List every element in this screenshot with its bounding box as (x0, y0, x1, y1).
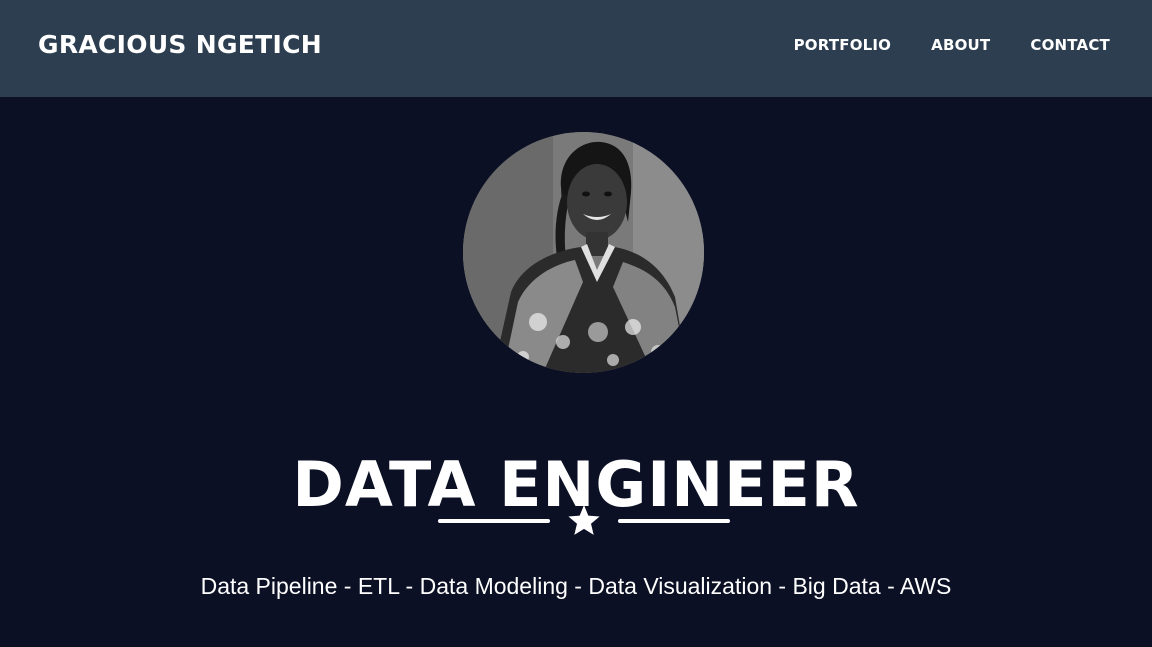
nav-link-contact[interactable]: CONTACT (1030, 36, 1110, 54)
profile-avatar (463, 132, 704, 373)
divider-line-right (618, 519, 730, 523)
profile-photo-illustration (463, 132, 704, 373)
brand-link[interactable]: GRACIOUS NGETICH (38, 30, 322, 59)
nav-link-portfolio[interactable]: PORTFOLIO (794, 36, 892, 54)
nav-link-about[interactable]: ABOUT (931, 36, 990, 54)
navbar: GRACIOUS NGETICH PORTFOLIO ABOUT CONTACT (0, 0, 1152, 97)
masthead: DATA ENGINEER Data Pipeline - ETL - Data… (0, 97, 1152, 647)
skills-subheading: Data Pipeline - ETL - Data Modeling - Da… (200, 573, 952, 599)
divider-line-left (438, 519, 550, 523)
star-divider (438, 503, 730, 539)
star-icon (568, 505, 600, 535)
nav-links: PORTFOLIO ABOUT CONTACT (794, 36, 1110, 54)
